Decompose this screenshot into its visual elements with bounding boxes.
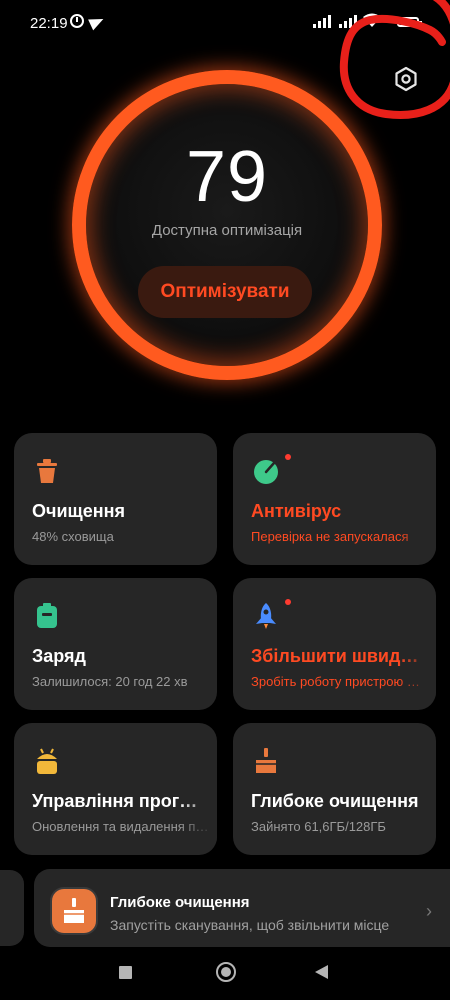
radar-icon — [254, 460, 278, 484]
battery-icon — [37, 603, 57, 628]
card-title: Антивірус — [251, 501, 342, 521]
card-title: Заряд — [32, 646, 86, 666]
card-subtitle: Зайнято 61,6ГБ/128ГБ — [251, 819, 386, 834]
carousel-previous-card[interactable] — [0, 870, 24, 946]
card-battery[interactable]: Заряд Залишилося: 20 год 22 хв — [14, 578, 217, 710]
card-subtitle: Залишилося: 20 год 22 хв — [32, 674, 188, 689]
wifi-icon — [363, 13, 381, 27]
card-subtitle: 48% сховища — [32, 529, 114, 544]
card-subtitle: Оновлення та видалення програм — [32, 819, 209, 834]
status-time: 22:19 — [30, 15, 68, 32]
card-cleanup[interactable]: Очищення 48% сховища — [14, 433, 217, 565]
card-title: Очищення — [32, 501, 125, 521]
rocket-icon — [256, 603, 276, 629]
card-antivirus[interactable]: Антивірус Перевірка не запускалася — [233, 433, 436, 565]
chevron-right-icon[interactable]: › — [426, 901, 432, 922]
signal-icon — [339, 14, 357, 28]
card-app-management[interactable]: Управління програмами Оновлення та видал… — [14, 723, 217, 855]
optimization-score-panel: 79 Доступна оптимізація Оптимізувати — [72, 70, 382, 380]
banner-subtitle: Запустіть сканування, щоб звільнити місц… — [110, 917, 390, 933]
notification-dot — [285, 454, 291, 460]
card-title: Збільшити швидкість — [251, 646, 426, 666]
alarm-icon — [70, 14, 84, 28]
score-value: 79 — [185, 137, 269, 217]
signal-icon — [313, 14, 331, 28]
card-title: Управління програмами — [32, 791, 207, 811]
card-speed-boost[interactable]: Збільшити швидкість Зробіть роботу прист… — [233, 578, 436, 710]
trash-bin-icon — [37, 459, 57, 483]
card-deep-clean[interactable]: Глибоке очищення Зайнято 61,6ГБ/128ГБ — [233, 723, 436, 855]
notification-dot — [285, 599, 291, 605]
score-caption: Доступна оптимізація — [151, 222, 303, 239]
recents-button[interactable] — [119, 966, 132, 979]
broom-icon — [256, 748, 276, 773]
banner-title: Глибоке очищення — [110, 894, 250, 911]
settings-button[interactable] — [389, 62, 423, 96]
telegram-icon — [88, 13, 106, 31]
broom-icon — [64, 898, 84, 923]
deep-clean-banner[interactable]: Глибоке очищення Запустіть сканування, щ… — [34, 869, 450, 947]
gear-icon — [395, 66, 417, 92]
home-button[interactable] — [216, 962, 236, 982]
back-button[interactable] — [315, 965, 328, 979]
navigation-bar — [0, 950, 450, 1000]
card-title: Глибоке очищення — [251, 791, 419, 811]
android-icon — [37, 748, 57, 774]
battery-icon — [397, 17, 422, 27]
card-subtitle: Перевірка не запускалася — [251, 529, 409, 544]
banner-icon — [52, 889, 96, 933]
card-subtitle: Зробіть роботу пристрою швидшою — [251, 674, 428, 689]
status-bar: 22:19 — [0, 0, 450, 48]
optimize-button[interactable]: Оптимізувати — [138, 266, 312, 318]
